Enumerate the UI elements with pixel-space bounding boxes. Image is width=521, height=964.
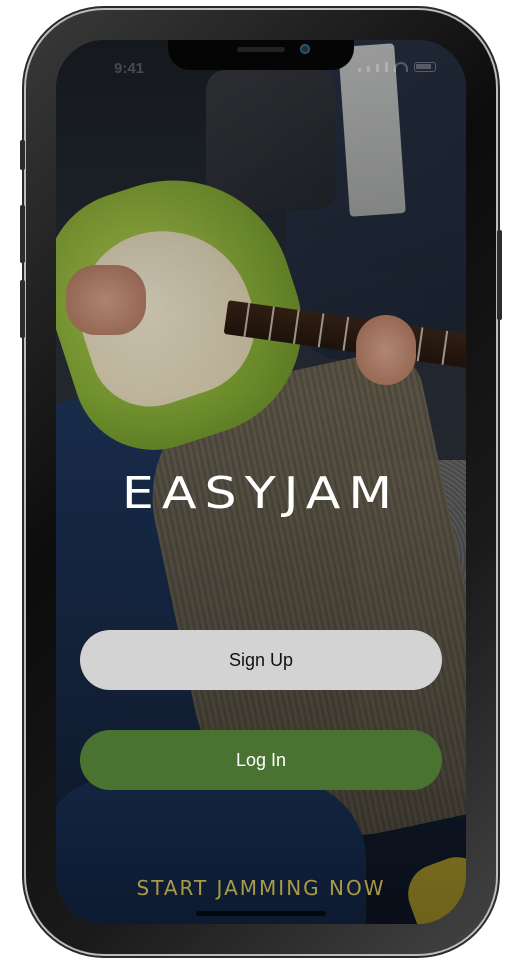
signal-bar	[385, 62, 388, 72]
tagline: START JAMMING NOW	[136, 876, 386, 900]
battery-icon	[414, 62, 436, 72]
front-camera	[300, 44, 310, 54]
phone-frame: 9:41 EASYJAM Sign Up Log In START JAMMIN…	[20, 10, 502, 954]
sign-up-button[interactable]: Sign Up	[80, 630, 442, 690]
wifi-icon	[394, 62, 408, 72]
speaker-grille	[237, 47, 285, 52]
volume-down-button	[20, 280, 25, 338]
volume-up-button	[20, 205, 25, 263]
app-title: EASYJAM	[121, 468, 401, 519]
signal-icon	[358, 68, 361, 72]
mute-switch	[20, 140, 25, 170]
power-button	[497, 230, 502, 320]
notch	[168, 40, 354, 70]
app-screen: 9:41 EASYJAM Sign Up Log In START JAMMIN…	[56, 40, 466, 924]
signal-bar	[376, 64, 379, 72]
home-indicator[interactable]	[196, 911, 326, 916]
signal-bar	[367, 66, 370, 72]
status-icons	[358, 62, 436, 72]
log-in-button[interactable]: Log In	[80, 730, 442, 790]
status-time: 9:41	[114, 60, 145, 77]
